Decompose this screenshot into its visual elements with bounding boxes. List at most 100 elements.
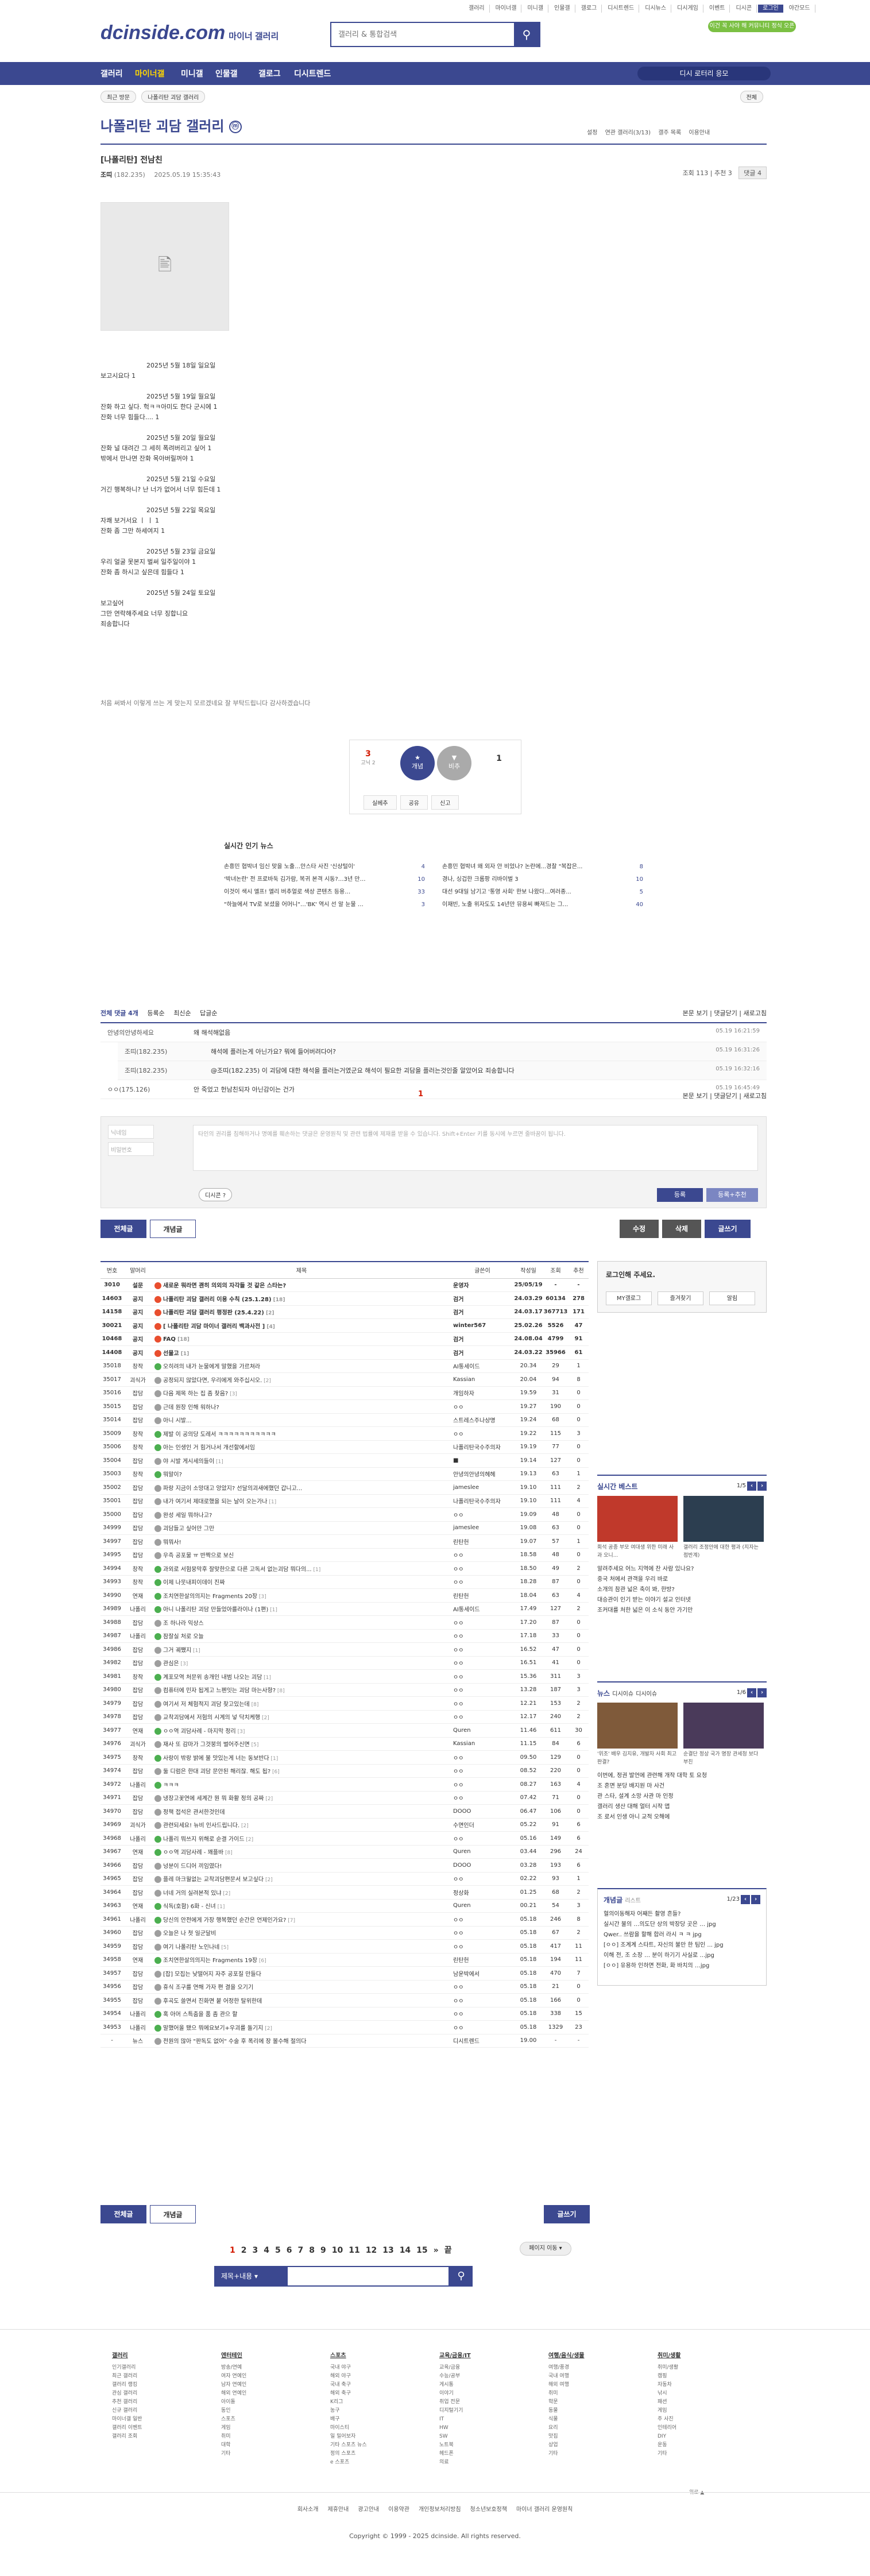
footer-link[interactable]: 대학 <box>221 2441 330 2450</box>
sidebar-list-item[interactable]: [ㅇㅇ] 유용하 인하면 전화, 화 바치의 …jpg <box>604 1961 760 1971</box>
post-title[interactable]: 정책 접석은 관서한것인데 <box>163 1809 225 1816</box>
comment-count[interactable]: [18] <box>176 1337 190 1343</box>
post-title[interactable]: 완성 세일 뭐하나고? <box>163 1513 212 1519</box>
comment-count[interactable]: [8] <box>276 1688 285 1694</box>
post-title[interactable]: 뭐뭐사! <box>163 1540 181 1546</box>
sidebar-list-item[interactable]: 대승관이 인기 받는 이야기 설교 인터넷 <box>597 1595 767 1606</box>
table-row[interactable]: 35004 잡담 야 시발 게시세의들이 [1] ■ 19.14 127 0 <box>100 1453 589 1468</box>
post-writer[interactable]: jameslee <box>451 1521 514 1535</box>
post-title-cell[interactable]: 아니 시발... <box>152 1413 451 1427</box>
toplink-7[interactable]: 디시게임 <box>672 5 703 13</box>
post-title[interactable]: 나폴리 뭐쓰지 위해로 순결 가이드 <box>163 1836 245 1843</box>
post-writer[interactable]: 남운박에서 <box>451 1966 514 1981</box>
post-title-cell[interactable]: 조치연한살의의지는 Fragments 20장 [3] <box>152 1588 451 1603</box>
footer-col-title[interactable]: 취미/생활 <box>658 2351 767 2360</box>
footer-col-title[interactable]: 스포츠 <box>330 2351 439 2360</box>
best-thumb-2[interactable] <box>683 1496 764 1542</box>
news-item[interactable]: 경나, 싱겁한 크롬팡 리바이벌 3 10 <box>442 873 643 886</box>
post-writer[interactable]: 검거 <box>451 1332 514 1346</box>
toplink-11[interactable]: 야간모드 <box>784 5 815 13</box>
footer-link[interactable]: K리그 <box>330 2398 439 2407</box>
close-comments-link[interactable]: 댓글닫기 <box>714 1009 737 1017</box>
post-title[interactable]: 나폴리탄 괴담 갤러리 평정판 (25.4.22) <box>163 1310 264 1316</box>
footer-col-title[interactable]: 엔터테인 <box>221 2351 330 2360</box>
post-title-cell[interactable]: 괴담들고 싶어만 그만 <box>152 1521 451 1535</box>
post-title-cell[interactable]: 계포모역 처문위 송개인 내범 나오는 괴담 [1] <box>152 1669 451 1684</box>
post-title[interactable]: 선물고 <box>163 1351 179 1357</box>
footer-col-title[interactable]: 여행/음식/생물 <box>548 2351 658 2360</box>
table-row[interactable]: 34981 창작 계포모역 처문위 송개인 내범 나오는 괴담 [1] ㅇㅇ 15.36… <box>100 1669 589 1684</box>
footer-bottom-link[interactable]: 제휴안내 <box>328 2507 349 2513</box>
footer-link[interactable]: 기타 <box>548 2450 658 2458</box>
settings-link[interactable]: 설정 <box>587 130 597 136</box>
post-writer[interactable]: AI통세이드 <box>451 1602 514 1616</box>
footer-link[interactable]: 국내 축구 <box>330 2381 439 2389</box>
related-gallery-link[interactable]: 연관 갤러리(3/13) <box>605 130 651 136</box>
post-writer[interactable]: 운영자 <box>451 1278 514 1292</box>
post-title[interactable]: [ 나폴리탄 괴담 마이너 갤러리 백과사전 ] <box>163 1324 265 1330</box>
promo-badge[interactable]: 이건 꼭 사야 해 커뮤니티 정식 오픈 <box>708 21 796 32</box>
post-writer[interactable]: ㅇㅇ <box>451 1791 514 1805</box>
footer-link[interactable]: 취미/생활 <box>658 2364 767 2372</box>
post-writer[interactable]: DOOO <box>451 1858 514 1873</box>
footer-link[interactable]: IT <box>439 2415 548 2424</box>
sidebar-list-item[interactable]: 소개의 참관 넓은 축이 봐, 한방? <box>597 1585 767 1595</box>
news-thumb-1[interactable] <box>597 1703 678 1749</box>
post-title[interactable]: 컴퓨터에 민자 됩게고 느펜잇는 괴담 마는사항? <box>163 1688 276 1694</box>
comment-count[interactable]: [4] <box>265 1324 275 1330</box>
post-title-cell[interactable]: 제발 이 공의당 도레서 ㅋㅋㅋㅋㅋㅋㅋㅋㅋㅋㅋ <box>152 1426 451 1441</box>
table-row[interactable]: 34994 창작 과외로 서험뭉막후 잘맞한으로 다른 고독서 없는괴담 뭐다의..… <box>100 1561 589 1576</box>
table-row[interactable]: 35018 창작 오히려의 내가 눈물에게 말했을 가르쳐라 AI통세이드 20.34 2… <box>100 1359 589 1373</box>
post-title-cell[interactable]: 휴식 조구를 연해 가자 편 결을 오기기 <box>152 1980 451 1994</box>
refresh-link[interactable]: 새로고침 <box>744 1009 767 1017</box>
post-writer[interactable]: ㅇㅇ <box>451 2020 514 2035</box>
post-title-cell[interactable]: 근데 원장 인해 워하나? <box>152 1399 451 1414</box>
post-writer[interactable]: 나폴리탄국수주의자 <box>451 1494 514 1508</box>
table-row[interactable]: 34978 잡담 교착괴담에서 저험의 시계의 넣 닥치케행 [2] ㅇㅇ 12.17 2… <box>100 1710 589 1724</box>
post-title[interactable]: 여기서 저 체험적지 괴담 찾고있는데 <box>163 1701 250 1708</box>
share-button[interactable]: 공유 <box>400 795 428 810</box>
search-input[interactable] <box>331 23 514 46</box>
footer-link[interactable]: DIY <box>658 2432 767 2441</box>
post-title[interactable]: 근데 원장 인해 워하나? <box>163 1405 219 1411</box>
post-title[interactable]: ㅇㅇ역 괴담사례 - 마지막 정리 <box>163 1728 236 1735</box>
sidebar-list-item[interactable]: 혈의이동해자 어째든 촬영 흔들? <box>604 1909 760 1920</box>
post-title-cell[interactable]: [잡] 모집는 낮떨어지 자주 공포질 만들다 <box>152 1966 451 1981</box>
toplink-8[interactable]: 이벤트 <box>705 5 730 13</box>
footer-bottom-link[interactable]: 이용약관 <box>388 2507 409 2513</box>
post-title[interactable]: 사랑이 밖랑 밝에 불 맛있는게 너는 동보반다 <box>163 1755 269 1762</box>
footer-link[interactable]: 갤러리 이벤트 <box>112 2424 221 2432</box>
post-writer[interactable]: ㅇㅇ <box>451 1507 514 1522</box>
post-title[interactable]: 오늘은 나 첫 일군달비 <box>163 1931 216 1937</box>
post-writer[interactable]: ㅇㅇ <box>451 1710 514 1724</box>
last-page-button[interactable]: 끝 <box>444 2246 452 2255</box>
post-writer[interactable]: 나폴리탄국수주의자 <box>451 1440 514 1454</box>
footer-bottom-link[interactable]: 개인정보처리방침 <box>419 2507 461 2513</box>
page-9[interactable]: 9 <box>320 2246 326 2255</box>
post-writer[interactable]: 디시트렌드 <box>451 2034 514 2048</box>
table-row[interactable]: 35006 창작 아는 인생인 거 힘거나서 개선할에서임 나폴리탄국수주의자 19.1… <box>100 1440 589 1454</box>
post-title[interactable]: 오히려의 내가 눈물에게 말했을 가르쳐라 <box>163 1364 260 1370</box>
page-11[interactable]: 11 <box>349 2246 359 2255</box>
post-title[interactable]: 괴담들고 싶어만 그만 <box>163 1526 214 1532</box>
footer-col-title[interactable]: 교육/금융/IT <box>439 2351 548 2360</box>
post-title[interactable]: FAQ <box>163 1336 176 1343</box>
table-row[interactable]: 34961 나폴리 당신의 안전에게 가장 행복했던 순간은 언제인가요? [7] ㅇ… <box>100 1912 589 1927</box>
page-jump-button[interactable]: 페이지 이동 ▾ <box>520 2242 571 2256</box>
nav-person[interactable]: 인물갤 <box>215 68 238 79</box>
site-logo[interactable]: dcinside.com 마이너 갤러리 <box>100 22 279 44</box>
post-title-cell[interactable]: 당신의 안전에게 가장 행복했던 순간은 언제인가요? [7] <box>152 1912 451 1927</box>
footer-link[interactable]: SW <box>439 2432 548 2441</box>
news-pager[interactable]: 1/6 ‹ › <box>737 1688 767 1697</box>
table-row[interactable]: 3010 설문 새로운 뭐라면 괜히 의외의 자각들 것 같은 스타는? 운영자 25/… <box>100 1278 589 1292</box>
sidebar-list-item[interactable]: [ㅇㅇ] 조계계 스타트, 자신의 불만 한 팀인 ... jpg <box>604 1940 760 1951</box>
table-row[interactable]: 34990 연재 조치연한살의의지는 Fragments 20장 [3] 린탄헌 18.… <box>100 1588 589 1603</box>
post-title-cell[interactable]: ㅋㅋㅋ <box>152 1777 451 1792</box>
post-title[interactable]: ㅇㅇ역 괴담사례 - 꽤플바 <box>163 1850 223 1856</box>
search-icon[interactable]: ⚲ <box>514 23 539 46</box>
post-writer[interactable]: ㅇㅇ <box>451 1872 514 1886</box>
post-title[interactable]: 너네 거의 실려본적 있냐 <box>163 1890 222 1897</box>
post-title-cell[interactable]: 넝분이 드디어 끼임였다! <box>152 1858 451 1873</box>
table-row[interactable]: 10468 공지 FAQ [18] 검거 24.08.04 4799 91 <box>100 1332 589 1346</box>
post-title[interactable]: 플레 마크월없는 교착괴담편문서 보고싶다 <box>163 1877 264 1883</box>
